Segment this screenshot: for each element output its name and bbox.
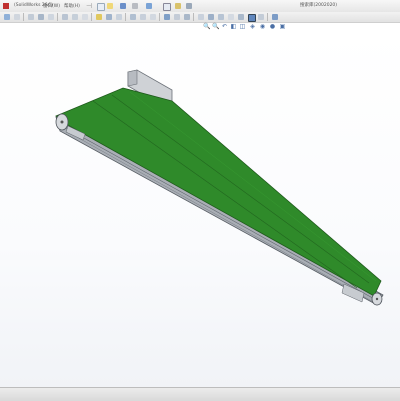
conveyor-model bbox=[55, 69, 384, 306]
belt-surface bbox=[55, 87, 382, 297]
motor-block-face bbox=[127, 69, 138, 87]
status-bar bbox=[0, 387, 400, 401]
